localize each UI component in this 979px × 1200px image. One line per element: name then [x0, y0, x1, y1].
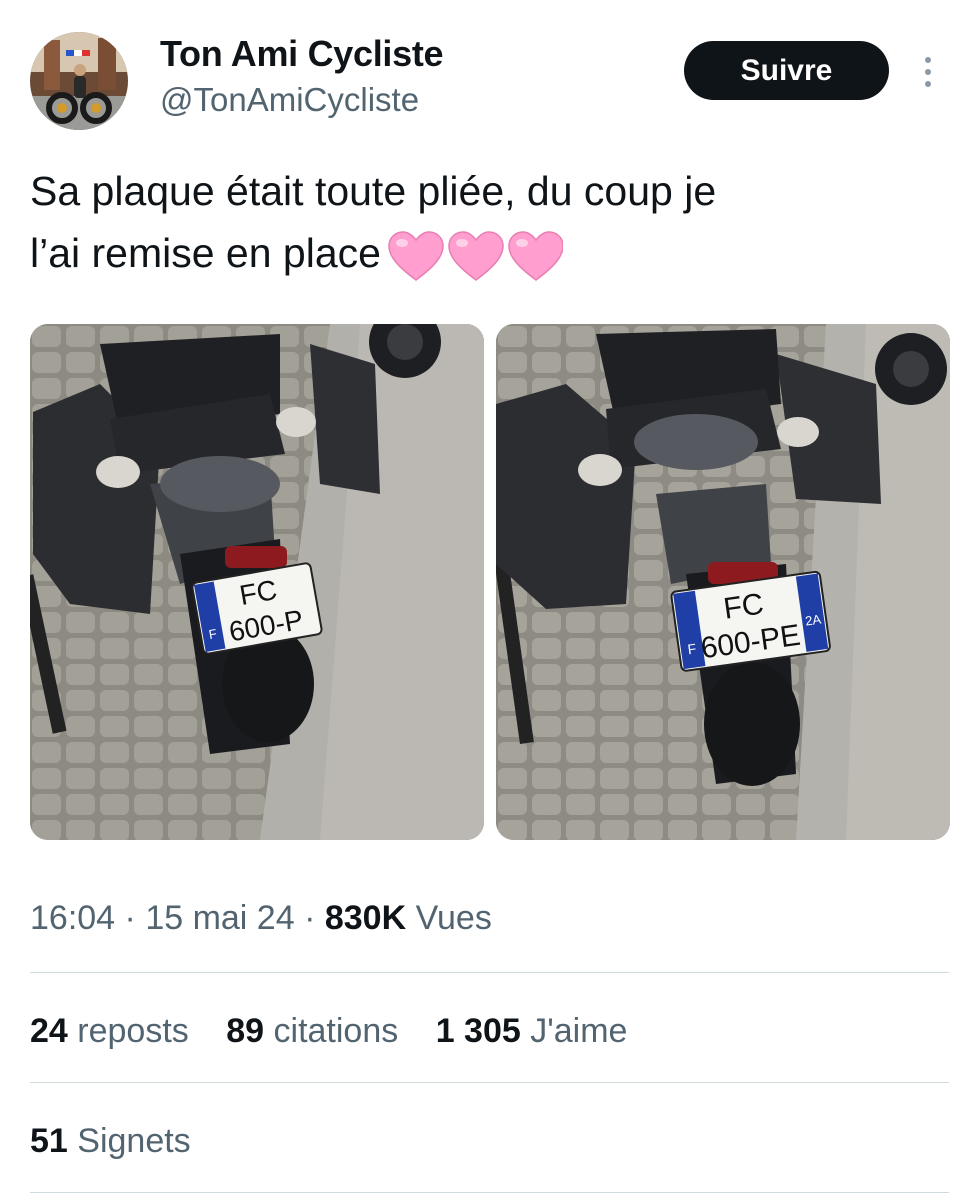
pink-heart-icon: [387, 231, 564, 282]
bookmarks-count: 51: [30, 1122, 68, 1160]
bookmarks-stat[interactable]: 51 Signets: [30, 1115, 191, 1167]
more-options-icon[interactable]: [918, 56, 938, 88]
tweet-text-line1: Sa plaque était toute pliée, du coup je: [30, 168, 717, 214]
likes-count: 1 305: [435, 1012, 521, 1050]
plate-line1-2: FC: [721, 588, 765, 626]
follow-button[interactable]: Suivre: [684, 41, 889, 100]
divider: [30, 1192, 949, 1193]
author-block[interactable]: Ton Ami Cycliste @TonAmiCycliste: [160, 32, 444, 120]
tweet-photo-1[interactable]: F FC 600-P: [30, 324, 484, 840]
reposts-count: 24: [30, 1012, 68, 1050]
reposts-label: reposts: [67, 1012, 189, 1050]
meta-separator: ·: [115, 899, 146, 937]
bookmarks-label: Signets: [67, 1122, 191, 1160]
divider: [30, 1082, 949, 1083]
quotes-stat[interactable]: 89 citations: [226, 1012, 398, 1050]
heart-1: [388, 231, 444, 282]
likes-stat[interactable]: 1 305 J'aime: [436, 1012, 628, 1050]
engagement-stats: 24 reposts 89 citations 1 305 J'aime: [30, 1005, 655, 1057]
tweet-text: Sa plaque était toute pliée, du coup je …: [30, 160, 950, 284]
handle[interactable]: @TonAmiCycliste: [160, 80, 443, 120]
reposts-stat[interactable]: 24 reposts: [30, 1012, 189, 1050]
meta-separator: ·: [294, 899, 325, 937]
quotes-count: 89: [226, 1012, 265, 1050]
views-count: 830K: [324, 899, 407, 937]
quotes-label: citations: [264, 1012, 399, 1050]
tweet-time[interactable]: 16:04: [30, 899, 115, 937]
divider: [30, 972, 949, 973]
avatar[interactable]: [30, 32, 128, 130]
plate-line1-1: FC: [237, 574, 279, 611]
heart-3: [508, 231, 564, 282]
tweet-meta: 16:04 · 15 mai 24 · 830K Vues: [30, 890, 492, 946]
views-label: Vues: [406, 899, 492, 937]
tweet-date[interactable]: 15 mai 24: [145, 899, 294, 937]
likes-label: J'aime: [520, 1012, 628, 1050]
tweet-photo-2[interactable]: F 2A FC 600-PE: [496, 324, 950, 840]
plate-region-2: 2A: [804, 612, 822, 629]
heart-2: [448, 231, 504, 282]
avatar-image: [30, 32, 128, 130]
display-name[interactable]: Ton Ami Cycliste: [160, 32, 444, 76]
tweet-text-line2-words: l’ai remise en place: [30, 230, 381, 276]
tweet-text-line2: l’ai remise en place: [30, 222, 950, 284]
